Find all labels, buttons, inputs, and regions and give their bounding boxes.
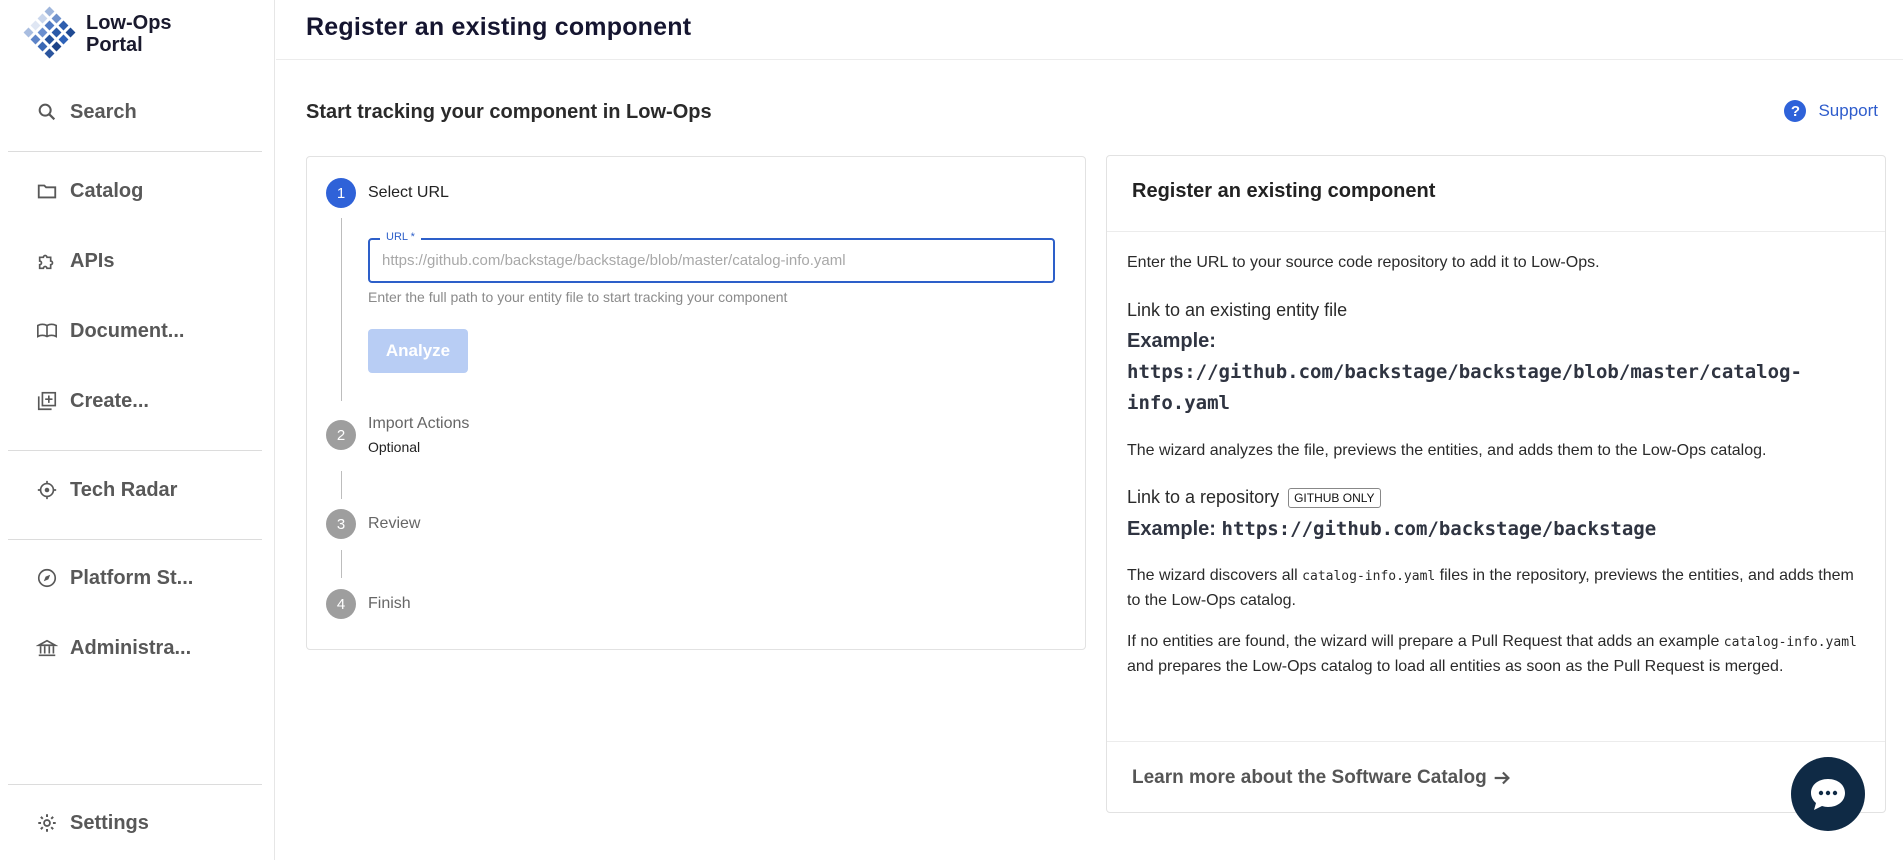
step-3-label: Review [368,515,421,532]
learn-more-link[interactable]: Learn more about the Software Catalog [1132,767,1513,789]
sidebar-item-label: Search [70,100,137,123]
step-3-circle: 3 [326,509,356,539]
sidebar-item-label: Administra... [70,636,192,659]
folder-icon [36,180,58,202]
support-button[interactable]: ? Support [1784,100,1878,122]
sidebar-item-label: APIs [70,249,115,272]
link-file-heading: Link to an existing entity file [1127,300,1348,320]
sidebar-item-label: Create... [70,389,149,412]
pr-text-pre: If no entities are found, the wizard wil… [1127,633,1724,650]
info-intro: Enter the URL to your source code reposi… [1127,254,1600,271]
sidebar-item-create[interactable]: Create... [36,386,149,416]
step-4-circle: 4 [326,589,356,619]
app-root: Low-Ops Portal Search Catalog APIs Docum… [0,0,1903,860]
create-icon [36,390,58,412]
step-2-label: Import Actions [368,415,470,432]
page-header: Register an existing component [276,0,1903,60]
book-icon [36,320,58,342]
step-2-optional: Optional [368,439,421,455]
info-card-title: Register an existing component [1132,180,1436,202]
logo-line1: Low-Ops [86,12,172,34]
step-1-circle: 1 [326,178,356,208]
sidebar-divider [8,784,262,785]
sidebar-item-docs[interactable]: Document... [36,316,184,346]
sidebar-item-settings[interactable]: Settings [36,808,149,838]
arrow-right-icon [1494,771,1510,785]
example-file-url-1: https://github.com/backstage/backstage/b… [1127,361,1802,383]
page-subtitle: Start tracking your component in Low-Ops [306,101,712,123]
step-2-circle: 2 [326,420,356,450]
pr-description: If no entities are found, the wizard wil… [1127,630,1867,679]
bank-icon [36,637,58,659]
sidebar-item-label: Document... [70,319,185,342]
learn-more-label: Learn more about the Software Catalog [1132,767,1487,788]
example-label: Example: [1127,330,1216,352]
sidebar: Low-Ops Portal Search Catalog APIs Docum… [0,0,275,860]
page-title: Register an existing component [306,13,692,41]
logo[interactable]: Low-Ops Portal [22,6,172,62]
search-icon [36,101,58,123]
pr-text-post: and prepares the Low-Ops catalog to load… [1127,658,1784,675]
url-field[interactable]: URL * [368,231,1055,283]
github-only-badge: GITHUB ONLY [1288,488,1381,509]
compass-icon [36,567,58,589]
file-description: The wizard analyzes the file, previews t… [1127,442,1767,459]
sidebar-item-search[interactable]: Search [36,97,137,127]
example-file-block: Example: https://github.com/backstage/ba… [1127,326,1867,419]
step-connector [341,471,342,499]
repo-text-code: catalog-info.yaml [1302,569,1436,584]
radar-icon [36,479,58,501]
sidebar-item-administration[interactable]: Administra... [36,633,191,663]
analyze-button[interactable]: Analyze [368,329,468,373]
link-repo-heading: Link to a repository GITHUB ONLY [1127,487,1867,509]
sidebar-divider [8,151,262,152]
logo-icon [23,6,76,59]
help-icon: ? [1784,100,1807,122]
sidebar-item-label: Settings [70,811,149,834]
sidebar-divider [8,539,262,540]
url-input[interactable] [370,240,1053,281]
support-label: Support [1818,101,1878,120]
example-label: Example: [1127,518,1216,540]
info-divider [1107,741,1885,742]
sidebar-item-platform-status[interactable]: Platform St... [36,563,193,593]
stepper-card: 1 Select URL URL * Enter the full path t… [306,156,1086,650]
sidebar-divider [8,450,262,451]
logo-text: Low-Ops Portal [86,12,172,56]
step-4-label: Finish [368,595,411,612]
sidebar-item-apis[interactable]: APIs [36,246,114,276]
info-divider [1107,231,1885,232]
example-repo-url: https://github.com/backstage/backstage [1221,518,1657,540]
chat-bubble-icon [1811,779,1845,810]
sidebar-item-label: Platform St... [70,566,194,589]
chat-button[interactable] [1791,757,1865,831]
gear-icon [36,812,58,834]
step-connector [341,218,342,401]
sidebar-item-catalog[interactable]: Catalog [36,176,143,206]
repo-description: The wizard discovers all catalog-info.ya… [1127,564,1867,613]
step-1-label: Select URL [368,184,449,201]
example-repo-block: Example: https://github.com/backstage/ba… [1127,514,1867,545]
puzzle-icon [36,250,58,272]
logo-line2: Portal [86,34,143,56]
link-repo-heading-text: Link to a repository [1127,487,1280,507]
sidebar-item-label: Tech Radar [70,478,178,501]
sidebar-item-tech-radar[interactable]: Tech Radar [36,475,177,505]
repo-text-pre: The wizard discovers all [1127,567,1303,584]
step-connector [341,550,342,578]
pr-text-code: catalog-info.yaml [1723,635,1857,650]
url-helper-text: Enter the full path to your entity file … [368,289,788,305]
url-field-label: URL * [380,231,421,243]
sidebar-item-label: Catalog [70,179,144,202]
info-card: Register an existing component Enter the… [1106,155,1886,813]
example-file-url-2: info.yaml [1127,392,1230,414]
